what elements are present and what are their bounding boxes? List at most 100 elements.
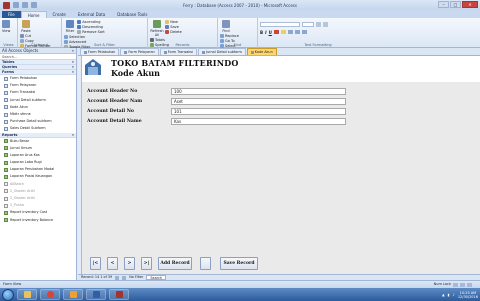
- align-left-icon[interactable]: [287, 30, 293, 34]
- form-icon: [4, 90, 8, 95]
- nav-item-report[interactable]: Laporan Posisi Keuangan: [0, 173, 76, 180]
- taskbar-word[interactable]: [86, 289, 106, 300]
- account-detail-no-field[interactable]: 101: [171, 108, 346, 115]
- delete-button[interactable]: Delete: [165, 29, 189, 34]
- taskbar-media[interactable]: [63, 289, 83, 300]
- report-icon: [4, 167, 8, 172]
- num-lock-indicator: Num Lock: [433, 282, 451, 286]
- nav-item-report[interactable]: 2_Shader Artkl: [0, 195, 76, 202]
- form-view-icon[interactable]: [453, 282, 458, 287]
- network-icon[interactable]: ▮: [448, 293, 450, 297]
- report-icon: [4, 175, 8, 180]
- nav-item-form[interactable]: Form Pelayaran: [0, 82, 76, 89]
- volume-icon[interactable]: ♪: [453, 293, 455, 297]
- highlight-icon[interactable]: [280, 30, 286, 34]
- find-group: Find Replace Go To Select Find: [218, 18, 258, 48]
- bold-icon[interactable]: B: [260, 30, 263, 35]
- totals-label: Totals: [155, 37, 165, 42]
- document-tabs: Form Pelabuhan Form Pelayaran Form Trans…: [78, 48, 480, 56]
- clock[interactable]: 10:25 AM 12/30/2016: [458, 291, 478, 299]
- doc-tab-form-pelabuhan[interactable]: Form Pelabuhan: [80, 48, 120, 55]
- account-detail-name-field[interactable]: Kas: [171, 118, 346, 125]
- folder-icon: [23, 291, 31, 298]
- nav-item-form[interactable]: Kode Akun: [0, 104, 76, 111]
- tab-database-tools[interactable]: Database Tools: [111, 11, 153, 18]
- nav-item-report[interactable]: Jurnal Umum: [0, 145, 76, 152]
- font-name-select[interactable]: [260, 22, 300, 27]
- align-right-icon[interactable]: [301, 30, 307, 34]
- nav-item-form[interactable]: Mtdtr sfmne: [0, 111, 76, 118]
- save-record-button[interactable]: Save Record: [220, 257, 258, 270]
- scissors-icon: [20, 33, 24, 38]
- add-record-button[interactable]: Add Record: [158, 257, 192, 270]
- form-header: TOKO BATAM FILTERINDO Kode Akun: [78, 56, 480, 82]
- report-icon: [4, 153, 8, 158]
- account-header-no-field[interactable]: 100: [171, 88, 346, 95]
- doc-tab-kode-akun[interactable]: Kode Akun: [246, 48, 277, 55]
- nav-item-form[interactable]: Sales Detail Subform: [0, 125, 76, 132]
- italic-icon[interactable]: I: [265, 30, 267, 35]
- nav-item-report[interactable]: Report Inventory Cost: [0, 209, 76, 216]
- nav-item-report[interactable]: Laporan Arus Kas: [0, 152, 76, 159]
- start-button[interactable]: [2, 288, 14, 301]
- chevron-down-icon: »: [71, 65, 74, 69]
- nav-item-label: Laporan Perubahan Modal: [10, 167, 55, 172]
- filter-button[interactable]: Filter: [64, 19, 76, 33]
- chrome-icon: [46, 291, 54, 298]
- nav-item-report[interactable]: Laporan Perubahan Modal: [0, 166, 76, 173]
- design-view-icon[interactable]: [467, 282, 472, 287]
- doc-tab-form-pelayaran[interactable]: Form Pelayaran: [120, 48, 159, 55]
- views-group-label: Views: [3, 43, 14, 47]
- next-record-button[interactable]: >: [124, 257, 135, 270]
- nav-item-report[interactable]: 2_Pusha: [0, 202, 76, 209]
- underline-icon[interactable]: U: [269, 30, 272, 35]
- tab-external-data[interactable]: External Data: [72, 11, 111, 18]
- nav-item-form[interactable]: Jurnal Detail subform: [0, 97, 76, 104]
- nav-item-report[interactable]: 2_Shader Artkl: [0, 188, 76, 195]
- taskbar-chrome[interactable]: [40, 289, 60, 300]
- taskbar-access[interactable]: [109, 289, 129, 300]
- selection-label: Selection: [69, 34, 86, 39]
- minimize-button[interactable]: –: [438, 1, 449, 8]
- nav-item-report[interactable]: Laporan Laba Rugi: [0, 159, 76, 166]
- nav-item-form[interactable]: Purchase Detail subform: [0, 118, 76, 125]
- first-record-button[interactable]: |<: [90, 257, 101, 270]
- chevron-down-icon[interactable]: «: [72, 48, 74, 53]
- align-center-icon[interactable]: [294, 30, 300, 34]
- sort-descending-icon: [77, 24, 82, 29]
- sigma-icon: [150, 37, 154, 42]
- nav-item-report[interactable]: Report Inventory Balance: [0, 217, 76, 224]
- nav-item-form[interactable]: Form Transaksi: [0, 89, 76, 96]
- last-record-button[interactable]: >|: [141, 257, 152, 270]
- paste-button[interactable]: Paste: [20, 19, 32, 33]
- view-button[interactable]: View: [2, 19, 10, 33]
- indent-icon[interactable]: [323, 22, 328, 27]
- nav-item-report[interactable]: AllBatch: [0, 181, 76, 188]
- maximize-button[interactable]: □: [450, 1, 461, 8]
- remove-sort-icon: [77, 29, 82, 34]
- doc-tab-label: Kode Akun: [254, 50, 273, 54]
- tab-create[interactable]: Create: [47, 11, 72, 18]
- blank-button[interactable]: [200, 257, 211, 270]
- previous-record-button[interactable]: <: [107, 257, 118, 270]
- find-button[interactable]: Find: [220, 19, 232, 33]
- remove-sort-label: Remove Sort: [82, 29, 105, 34]
- nav-item-label: 2_Shader Artkl: [10, 196, 35, 200]
- account-header-name-field[interactable]: Aset: [171, 98, 346, 105]
- replace-button[interactable]: Replace: [220, 33, 242, 38]
- close-button[interactable]: ✕: [462, 1, 478, 8]
- layout-view-icon[interactable]: [460, 282, 465, 287]
- doc-tab-form-transaksi[interactable]: Form Transaksi: [159, 48, 198, 55]
- tab-file[interactable]: File: [2, 11, 21, 18]
- refresh-all-button[interactable]: Refresh All: [150, 19, 164, 37]
- tab-home[interactable]: Home: [20, 11, 47, 18]
- font-color-icon[interactable]: [273, 30, 279, 34]
- clock-time: 10:25 AM: [459, 290, 477, 295]
- nav-item-report[interactable]: Buku Besar: [0, 138, 76, 145]
- doc-tab-jurnal-detail[interactable]: Jurnal Detail subform: [198, 48, 246, 55]
- font-size-select[interactable]: [302, 22, 314, 27]
- flag-icon[interactable]: ▲: [442, 293, 445, 297]
- list-icon[interactable]: [316, 22, 321, 27]
- taskbar-explorer[interactable]: [17, 289, 37, 300]
- nav-item-form[interactable]: Form Pelabuhan: [0, 75, 76, 82]
